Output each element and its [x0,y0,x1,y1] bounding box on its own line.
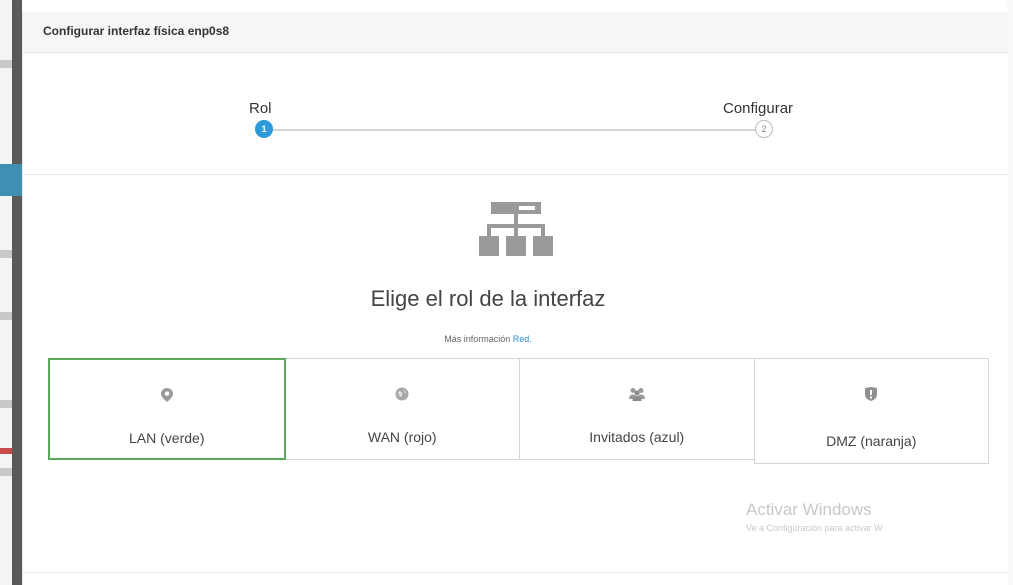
more-info-label: Más información [444,334,511,344]
role-options: LAN (verde) WAN (rojo) Invitados (azul) … [48,358,989,464]
activation-watermark-title: Activar Windows [746,500,872,519]
background-top [22,0,1013,12]
shield-icon [755,387,989,404]
background-fragment [0,250,12,258]
role-option-dmz[interactable]: DMZ (naranja) [753,358,989,464]
step-indicator-1[interactable]: 1 [255,120,273,138]
step-label-configurar[interactable]: Configurar [723,100,793,117]
background-fragment [0,312,12,320]
role-option-label: DMZ (naranja) [826,433,917,449]
role-option-label: Invitados (azul) [589,429,685,445]
dialog-footer-divider [23,572,1008,573]
background-fragment [0,400,12,408]
activation-watermark-subtitle: Ve a Configuración para activar W [746,523,883,533]
role-option-label: WAN (rojo) [367,429,437,445]
background-highlight [0,164,22,196]
more-info-text: Más información Red. [23,334,953,344]
dialog-header: Configurar interfaz física enp0s8 [23,12,1008,53]
network-icon [479,202,553,256]
role-option-guests[interactable]: Invitados (azul) [519,358,755,460]
background-fragment [0,60,12,68]
wizard-divider [23,174,1008,175]
background-fragment [0,448,12,454]
background-sidebar [12,0,22,585]
step-label-rol[interactable]: Rol [249,100,272,117]
network-help-link[interactable]: Red. [513,334,532,344]
role-option-lan[interactable]: LAN (verde) [48,358,286,460]
users-icon [520,387,754,404]
choose-role-heading: Elige el rol de la interfaz [370,286,606,311]
step-indicator-2[interactable]: 2 [755,120,773,138]
background-fragment [0,468,12,476]
globe-icon [286,387,520,404]
map-marker-icon [50,388,284,405]
background-page-edge [0,0,22,585]
dialog-title: Configurar interfaz física enp0s8 [43,24,230,38]
wizard-progress-line [265,129,765,131]
role-option-label: LAN (verde) [129,430,205,446]
role-option-wan[interactable]: WAN (rojo) [284,358,520,460]
